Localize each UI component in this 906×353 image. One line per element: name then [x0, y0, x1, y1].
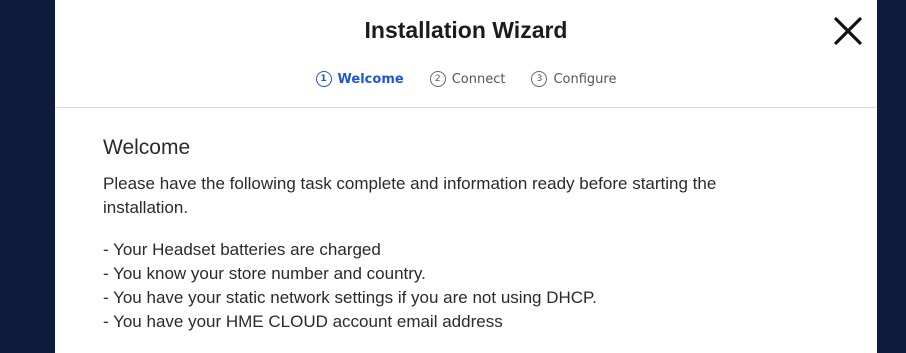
requirements-list: - Your Headset batteries are charged - Y… — [103, 238, 829, 334]
intro-text: Please have the following task complete … — [103, 174, 717, 217]
wizard-header: Installation Wizard 1 Welcome 2 Connect … — [55, 0, 877, 108]
list-item: - You have your HME CLOUD account email … — [103, 312, 503, 331]
wizard-title: Installation Wizard — [364, 17, 568, 43]
list-item: - You have your static network settings … — [103, 288, 597, 307]
list-item: - You know your store number and country… — [103, 264, 426, 283]
section-heading: Welcome — [103, 136, 191, 159]
step-label: Connect — [451, 71, 506, 87]
list-item: - Your Headset batteries are charged — [103, 240, 381, 259]
step-number: 1 — [315, 71, 332, 87]
wizard-steps: 1 Welcome 2 Connect 3 Configure — [55, 71, 877, 87]
close-icon — [834, 17, 862, 45]
step-number: 3 — [531, 71, 548, 87]
step-number: 2 — [429, 71, 446, 87]
step-configure[interactable]: 3 Configure — [531, 71, 616, 87]
close-button[interactable] — [831, 14, 865, 48]
wizard-content: Welcome Please have the following task c… — [55, 108, 877, 334]
installation-wizard-dialog: Installation Wizard 1 Welcome 2 Connect … — [55, 0, 877, 353]
step-label: Welcome — [337, 71, 404, 87]
step-label: Configure — [553, 71, 617, 87]
step-connect[interactable]: 2 Connect — [429, 71, 506, 87]
step-welcome[interactable]: 1 Welcome — [315, 71, 404, 87]
